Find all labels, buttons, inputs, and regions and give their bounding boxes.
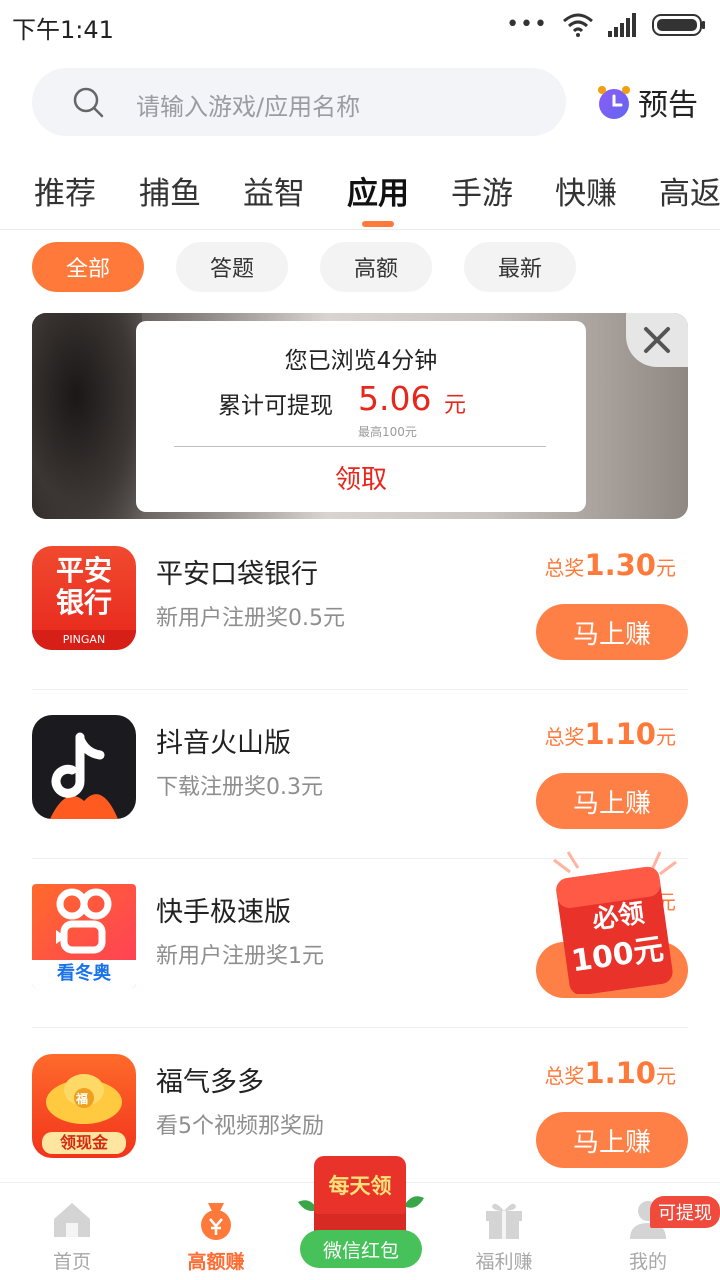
banner-photo [32, 313, 142, 519]
browse-reward-popup: 您已浏览4分钟 累计可提现 5.06 元 最高100元 领取 [136, 321, 586, 512]
reward-amount: 1.10 [584, 1056, 656, 1090]
status-bar: 下午1:41 ••• [0, 0, 720, 52]
icon-text: 平安 [55, 554, 112, 587]
app-desc: 新用户注册奖0.5元 [156, 606, 345, 631]
icon-caption: 领现金 [42, 1132, 126, 1154]
search-input[interactable]: 请输入游戏/应用名称 [32, 68, 566, 136]
filter-newest[interactable]: 最新 [464, 242, 576, 292]
app-desc: 下载注册奖0.3元 [156, 775, 323, 800]
earn-now-button[interactable]: 马上赚 [536, 604, 688, 660]
popup-unit: 元 [444, 393, 467, 418]
battery-icon [652, 14, 705, 36]
list-item[interactable]: 抖音火山版 下载注册奖0.3元 总奖 1.10 元 马上赚 [32, 691, 688, 859]
nav-label: 福利赚 [475, 1251, 533, 1273]
promo-top-text: 每天领 [314, 1156, 406, 1214]
tab-high-return[interactable]: 高返 [659, 168, 720, 213]
nav-label: 我的 [628, 1251, 667, 1273]
wifi-icon [563, 13, 593, 37]
total-reward: 总奖 1.30 元 [544, 548, 676, 582]
filter-high-amount[interactable]: 高额 [320, 242, 432, 292]
earn-now-button[interactable]: 马上赚 [536, 773, 688, 829]
reward-amount: 1.30 [584, 548, 656, 582]
status-time: 下午1:41 [12, 16, 114, 44]
app-name: 快手极速版 [156, 897, 291, 928]
divider [32, 1027, 688, 1028]
tab-fishing[interactable]: 捕鱼 [139, 168, 201, 213]
tab-mobile-games[interactable]: 手游 [451, 168, 513, 213]
app-name: 抖音火山版 [156, 728, 291, 759]
filter-quiz[interactable]: 答题 [176, 242, 288, 292]
reward-unit: 元 [656, 556, 676, 580]
nav-label: 首页 [52, 1251, 91, 1273]
earn-now-button[interactable]: 马上赚 [536, 1112, 688, 1168]
tab-recommend[interactable]: 推荐 [34, 168, 96, 213]
app-name: 平安口袋银行 [156, 559, 318, 590]
more-dots-icon: ••• [506, 12, 548, 37]
nav-welfare[interactable]: 福利赚 [432, 1183, 576, 1280]
popup-amount: 5.06 [358, 379, 432, 418]
filter-all[interactable]: 全部 [32, 242, 144, 292]
popup-max-note: 最高100元 [358, 425, 417, 439]
icon-text: 银行 [55, 586, 112, 619]
icon-badge: 福 [76, 1092, 89, 1106]
fuqi-duoduo-app-icon: 福 领现金 [32, 1054, 136, 1158]
tab-apps[interactable]: 应用 [347, 168, 409, 213]
popup-label: 累计可提现 [218, 393, 333, 419]
reward-unit: 元 [656, 725, 676, 749]
withdrawable-badge: 可提现 [650, 1196, 720, 1228]
tab-puzzle[interactable]: 益智 [243, 168, 305, 213]
search-icon [73, 87, 104, 118]
floating-red-packet[interactable]: 必领 100元 [548, 848, 680, 994]
money-bag-icon [201, 1203, 231, 1240]
icon-caption: 看冬奥 [32, 960, 136, 988]
tabs-divider [0, 229, 720, 230]
app-desc: 新用户注册奖1元 [156, 944, 324, 969]
nav-high-earn[interactable]: 高额赚 [144, 1183, 288, 1280]
search-placeholder: 请输入游戏/应用名称 [136, 93, 361, 121]
app-name: 福气多多 [156, 1067, 264, 1098]
pingan-app-icon: 平安 银行 PINGAN [32, 546, 136, 650]
icon-caption: PINGAN [32, 630, 136, 650]
alarm-clock-icon [598, 86, 630, 119]
tab-quick-earn[interactable]: 快赚 [555, 168, 617, 213]
signal-icon [608, 13, 636, 37]
reward-amount: 1.10 [584, 717, 656, 751]
promo-label: 微信红包 [300, 1230, 422, 1268]
popup-title: 您已浏览4分钟 [284, 348, 438, 374]
camera-icon [56, 888, 112, 954]
popup-divider [174, 446, 546, 447]
reward-unit: 元 [656, 1064, 676, 1088]
category-tabs: 推荐 捕鱼 益智 应用 手游 快赚 高返 [0, 160, 720, 224]
notice-button[interactable]: 预告 [596, 80, 698, 124]
claim-button[interactable]: 领取 [136, 459, 586, 496]
active-tab-indicator [362, 221, 394, 227]
close-icon [644, 327, 670, 353]
nav-home[interactable]: 首页 [0, 1183, 144, 1280]
kuaishou-app-icon: 看冬奥 [32, 884, 136, 988]
total-reward: 总奖 1.10 元 [544, 1056, 676, 1090]
gift-icon [486, 1203, 522, 1239]
close-banner-button[interactable] [626, 313, 688, 367]
douyin-huoshan-app-icon [32, 715, 136, 819]
wechat-red-packet-promo[interactable]: 每天领 微信红包 [294, 1156, 428, 1276]
reward-prefix: 总奖 [544, 556, 585, 580]
reward-prefix: 总奖 [544, 725, 585, 749]
home-icon [54, 1203, 90, 1237]
music-note-icon [50, 732, 118, 819]
nav-label: 高额赚 [187, 1251, 245, 1273]
notice-label: 预告 [638, 88, 698, 123]
app-desc: 看5个视频那奖励 [156, 1114, 324, 1139]
list-item[interactable]: 平安 银行 PINGAN 平安口袋银行 新用户注册奖0.5元 总奖 1.30 元… [32, 522, 688, 690]
reward-prefix: 总奖 [544, 1064, 585, 1088]
divider [32, 689, 688, 690]
total-reward: 总奖 1.10 元 [544, 717, 676, 751]
status-icons: ••• [506, 12, 706, 38]
